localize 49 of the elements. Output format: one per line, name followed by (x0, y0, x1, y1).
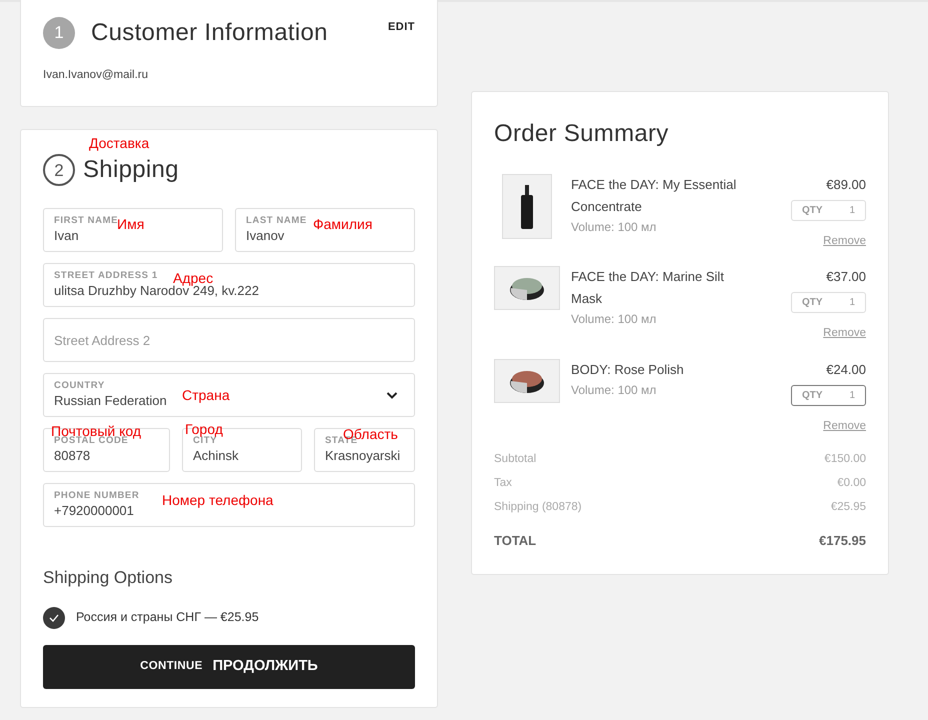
product-name: FACE the DAY: My Essential Concentrate (571, 176, 738, 216)
photo-placeholder (494, 358, 560, 402)
field-label: CITY (193, 434, 218, 446)
product-name: FACE the DAY: Marine Silt Mask (571, 268, 725, 308)
email-text: Ivan.Ivanov@mail.ru (43, 68, 149, 83)
volume-text: Volume: 100 мл (571, 382, 658, 398)
chevron-down-icon (386, 391, 398, 400)
continue-button[interactable]: CONTINUE ПРОДОЛЖИТЬ (43, 644, 415, 689)
total-label: TOTAL (494, 532, 536, 550)
volume-text: Volume: 100 мл (571, 219, 658, 236)
total-value: €0.00 (837, 476, 866, 491)
field-label: FIRST NAME (54, 214, 118, 226)
annotation-text: Имя (117, 217, 144, 232)
annotation-text: Страна (182, 388, 230, 402)
total-label: Subtotal (494, 452, 536, 467)
option-label: Россия и страны СНГ — €25.95 (76, 609, 259, 626)
annotation-text: Адрес (173, 271, 214, 286)
volume-text: Volume: 100 мл (571, 311, 658, 328)
input-field[interactable]: Street Address 2 (54, 330, 404, 350)
field-label: STREET ADDRESS 1 (54, 270, 158, 282)
total-value: €175.95 (819, 532, 866, 550)
photo-placeholder (494, 266, 560, 310)
annotation-text: Фамилия (313, 217, 372, 232)
input-field[interactable]: Krasnoyarski (325, 446, 404, 466)
photo-placeholder (502, 174, 552, 239)
price-text: €37.00 (826, 268, 866, 286)
section-title: Customer Information (91, 18, 329, 48)
input-field[interactable]: Achinsk (193, 446, 291, 466)
field-label: LAST NAME (246, 214, 307, 226)
edit-link[interactable]: EDIT (388, 19, 415, 36)
field-label: COUNTRY (54, 380, 105, 392)
product-name: BODY: Rose Polish (571, 360, 685, 378)
input-field[interactable]: 80878 (54, 446, 159, 466)
field-label: PHONE NUMBER (54, 490, 140, 502)
total-label: Shipping (80878) (494, 500, 582, 516)
annotation-text: Номер телефона (162, 493, 274, 508)
step-number: 1 (43, 17, 75, 49)
check-icon[interactable] (43, 606, 65, 629)
section-title: Shipping (83, 155, 179, 186)
total-value: €150.00 (824, 452, 866, 467)
total-value: €25.95 (830, 500, 866, 516)
price-text: €89.00 (826, 176, 866, 194)
annotation-text: Доставка (89, 136, 150, 150)
summary-title: Order Summary (494, 119, 670, 149)
total-label: Tax (494, 476, 512, 491)
text-field[interactable]: Street Address 2 (43, 318, 415, 362)
price-text: €24.00 (826, 360, 866, 378)
options-title: Shipping Options (43, 567, 174, 590)
step-number: 2 (43, 154, 75, 186)
